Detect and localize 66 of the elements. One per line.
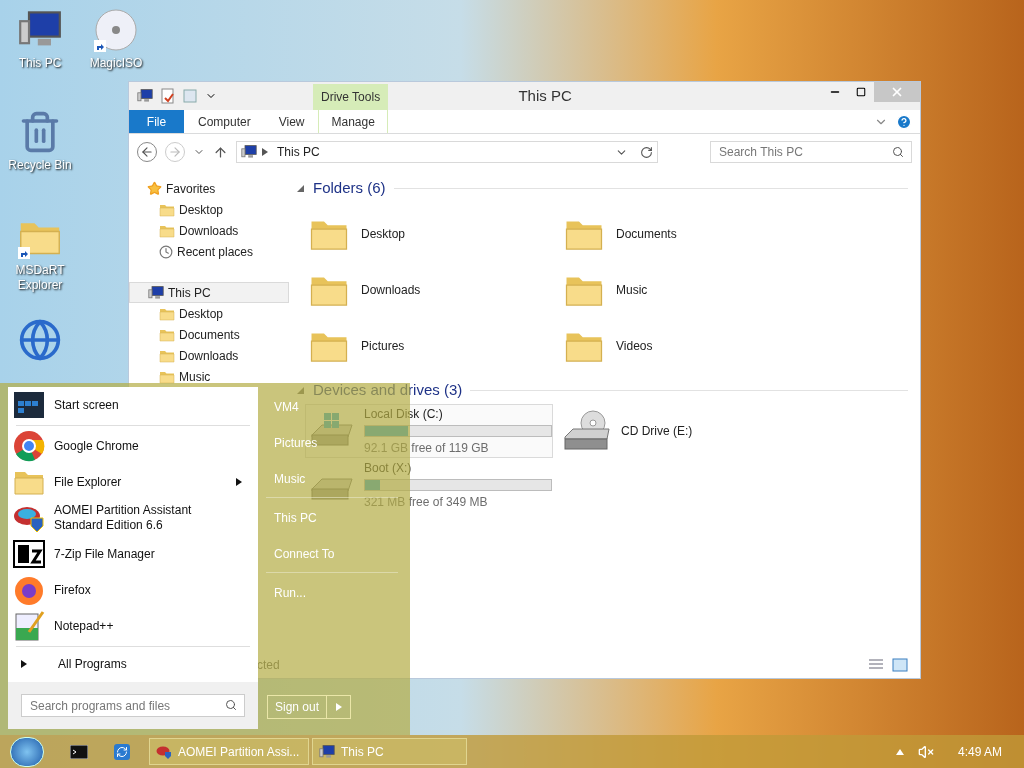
- nav-item[interactable]: Downloads: [129, 345, 289, 366]
- search-icon: [892, 146, 904, 158]
- window-title: This PC: [517, 85, 573, 106]
- collapse-arrow-icon: [297, 183, 305, 193]
- search-icon: [225, 699, 237, 711]
- address-bar[interactable]: This PC: [236, 141, 658, 163]
- close-icon: [890, 85, 904, 99]
- globe-icon: [18, 318, 62, 362]
- nav-item[interactable]: Favorites: [129, 178, 289, 199]
- details-view-icon[interactable]: [868, 658, 884, 672]
- start-menu-item[interactable]: Firefox: [8, 572, 258, 608]
- computer-icon: [137, 88, 153, 104]
- file-tab[interactable]: File: [129, 110, 184, 133]
- folder-item[interactable]: Pictures: [309, 318, 564, 374]
- folder-item[interactable]: Music: [564, 262, 819, 318]
- star-icon: [147, 181, 162, 196]
- help-icon[interactable]: [896, 113, 912, 130]
- tiles-icon: [13, 389, 45, 421]
- maximize-icon: [856, 87, 866, 97]
- disc-icon: [94, 8, 138, 52]
- computer-icon: [241, 144, 257, 160]
- start-menu-item[interactable]: Start screen: [8, 387, 258, 423]
- nav-item[interactable]: Desktop: [129, 199, 289, 220]
- notepad-pencil-icon: [13, 610, 45, 642]
- expand-arrow-icon: [20, 659, 28, 669]
- up-button[interactable]: [213, 144, 228, 160]
- folder-item[interactable]: Desktop: [309, 206, 564, 262]
- all-programs-button[interactable]: All Programs: [8, 649, 258, 679]
- shutdown-options-button[interactable]: [327, 695, 352, 719]
- group-header: Folders (6): [313, 177, 386, 198]
- breadcrumb-arrow-icon: [261, 147, 269, 157]
- caret-icon: [334, 702, 343, 712]
- flame-circle-icon: [13, 574, 45, 606]
- nav-item[interactable]: Recent places: [129, 241, 289, 262]
- nav-item[interactable]: Desktop: [129, 303, 289, 324]
- start-menu-item[interactable]: Notepad++: [8, 608, 258, 644]
- folder-item[interactable]: Documents: [564, 206, 819, 262]
- start-menu-item[interactable]: Google Chrome: [8, 428, 258, 464]
- computer-icon: [148, 284, 164, 301]
- ribbon-tab[interactable]: Computer: [184, 110, 265, 133]
- properties-icon[interactable]: [161, 88, 175, 104]
- search-field[interactable]: Search programs and files: [21, 694, 245, 717]
- console-icon[interactable]: [70, 744, 88, 759]
- drive-item[interactable]: CD Drive (E:): [560, 404, 815, 458]
- folder-item[interactable]: Downloads: [309, 262, 564, 318]
- folder-item[interactable]: Videos: [564, 318, 819, 374]
- nav-item[interactable]: Documents: [129, 324, 289, 345]
- nav-item[interactable]: Music: [129, 366, 289, 387]
- submenu-arrow-icon: [235, 477, 243, 487]
- speaker-muted-icon[interactable]: [917, 743, 934, 760]
- ribbon-tab[interactable]: View: [264, 110, 319, 133]
- refresh-icon[interactable]: [640, 145, 653, 159]
- start-menu-item[interactable]: AOMEI Partition Assistant Standard Edition 6.6: [8, 500, 258, 536]
- nav-item[interactable]: This PC: [129, 282, 289, 303]
- start-menu-item[interactable]: File Explorer: [8, 464, 258, 500]
- start-menu-item[interactable]: 7-Zip File Manager: [8, 536, 258, 572]
- nav-item[interactable]: Downloads: [129, 220, 289, 241]
- start-button[interactable]: [10, 736, 44, 767]
- cd-drive-icon: [563, 409, 613, 453]
- contextual-tab-group: Drive Tools: [313, 84, 389, 110]
- square-logo-icon: [13, 538, 45, 570]
- sync-icon[interactable]: [114, 743, 130, 760]
- search-field[interactable]: Search This PC: [710, 141, 912, 163]
- clock-icon: [159, 244, 173, 259]
- sphere-icon: [13, 430, 45, 462]
- computer-icon: [319, 743, 335, 760]
